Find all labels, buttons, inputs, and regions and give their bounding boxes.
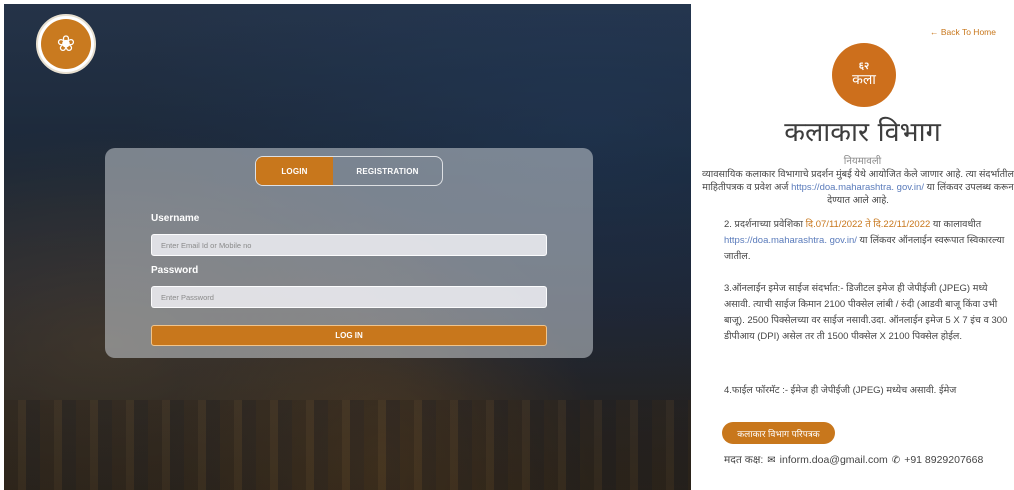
page-title: कलाकार विभाग xyxy=(784,117,941,148)
login-card: LOGIN REGISTRATION Username Password LOG… xyxy=(105,148,593,358)
emblem-icon: ❀ xyxy=(41,19,91,69)
rules-heading: नियमावली xyxy=(843,156,882,167)
auth-tabs: LOGIN REGISTRATION xyxy=(255,156,443,186)
username-input[interactable] xyxy=(151,234,547,256)
logo-text: कला xyxy=(852,72,876,88)
market-crowd-image xyxy=(4,400,691,490)
rule-2-paragraph: 2. प्रदर्शनाच्या प्रवेशिका दि.07/11/2022… xyxy=(724,217,1008,265)
tab-login[interactable]: LOGIN xyxy=(256,157,333,185)
username-label: Username xyxy=(151,213,200,224)
rule-2-text-b: या कालावधीत xyxy=(930,219,982,230)
rule-2-link[interactable]: https://doa.maharashtra. gov.in/ xyxy=(724,235,857,246)
password-label: Password xyxy=(151,265,199,276)
back-to-home-link[interactable]: ← Back To Home xyxy=(930,27,996,37)
contact-email[interactable]: inform.doa@gmail.com xyxy=(780,454,888,466)
contact-label: मदत कक्ष: xyxy=(724,454,764,466)
password-input[interactable] xyxy=(151,286,547,308)
brochure-button[interactable]: कलाकार विभाग परिपत्रक xyxy=(722,422,835,444)
phone-icon: ✆ xyxy=(891,454,901,466)
rule-2-text-a: 2. प्रदर्शनाच्या प्रवेशिका xyxy=(724,219,806,230)
login-button[interactable]: LOG IN xyxy=(151,325,547,346)
intro-link[interactable]: https://doa.maharashtra. gov.in/ xyxy=(791,182,924,193)
rule-2-dates: दि.07/11/2022 ते दि.22/11/2022 xyxy=(805,219,931,230)
intro-paragraph: व्यावसायिक कलाकार विभागाचे प्रदर्शन मुंब… xyxy=(700,168,1014,207)
rule-3-paragraph: 3.ऑनलाईन इमेज साईज संदर्भात:- डिजीटल इमे… xyxy=(724,283,1008,342)
logo-number: ६२ xyxy=(858,61,870,72)
department-logo: ६२ कला xyxy=(832,43,896,107)
emblem-logo: ❀ xyxy=(36,14,96,74)
rule-4-paragraph: 4.फाईल फॉरमॅट :- ईमेज ही जेपीईजी (JPEG) … xyxy=(724,385,957,396)
contact-info: मदत कक्ष: ✉ inform.doa@gmail.com ✆ +91 8… xyxy=(724,453,983,467)
contact-phone[interactable]: +91 8929207668 xyxy=(904,454,983,466)
tab-registration[interactable]: REGISTRATION xyxy=(333,157,442,185)
envelope-icon: ✉ xyxy=(767,454,776,466)
